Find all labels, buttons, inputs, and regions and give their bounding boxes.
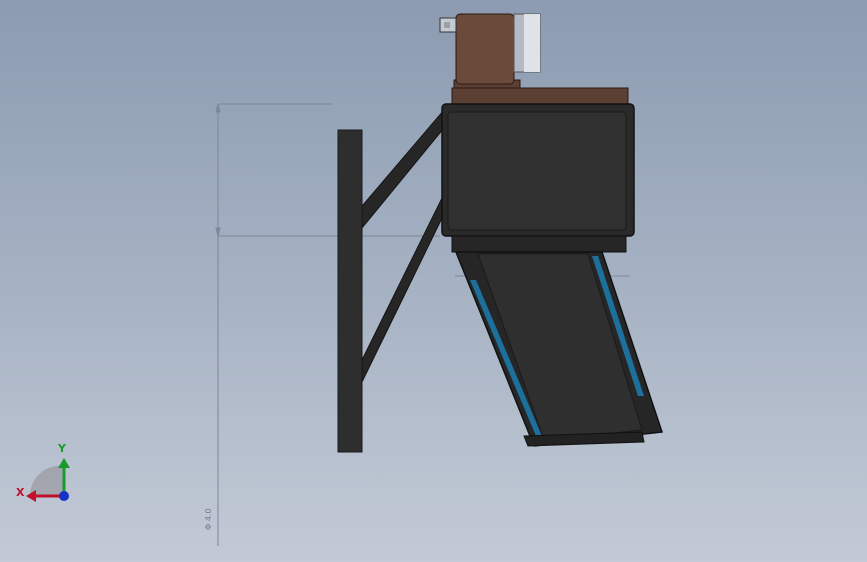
gearbox-body[interactable]	[441, 103, 635, 253]
dimension-label: Φ 4.0	[204, 508, 213, 530]
triad-y-label: Y	[58, 442, 66, 455]
axis-triad	[26, 458, 70, 502]
conveyor-arm[interactable]	[454, 251, 664, 447]
motor-housing	[455, 13, 515, 85]
triad-x-label: X	[16, 486, 25, 499]
upper-brace[interactable]	[361, 108, 445, 230]
motor-assembly[interactable]	[439, 13, 629, 107]
motor-icon	[513, 13, 541, 73]
cad-viewport[interactable]: Φ 4.0 X Y	[0, 0, 867, 562]
triad-y-arrow	[58, 458, 70, 468]
lower-brace[interactable]	[361, 193, 445, 383]
model-scene[interactable]	[0, 0, 867, 562]
wall-plate[interactable]	[337, 129, 363, 453]
shaft-icon	[439, 17, 457, 33]
triad-z-axis	[59, 491, 69, 501]
